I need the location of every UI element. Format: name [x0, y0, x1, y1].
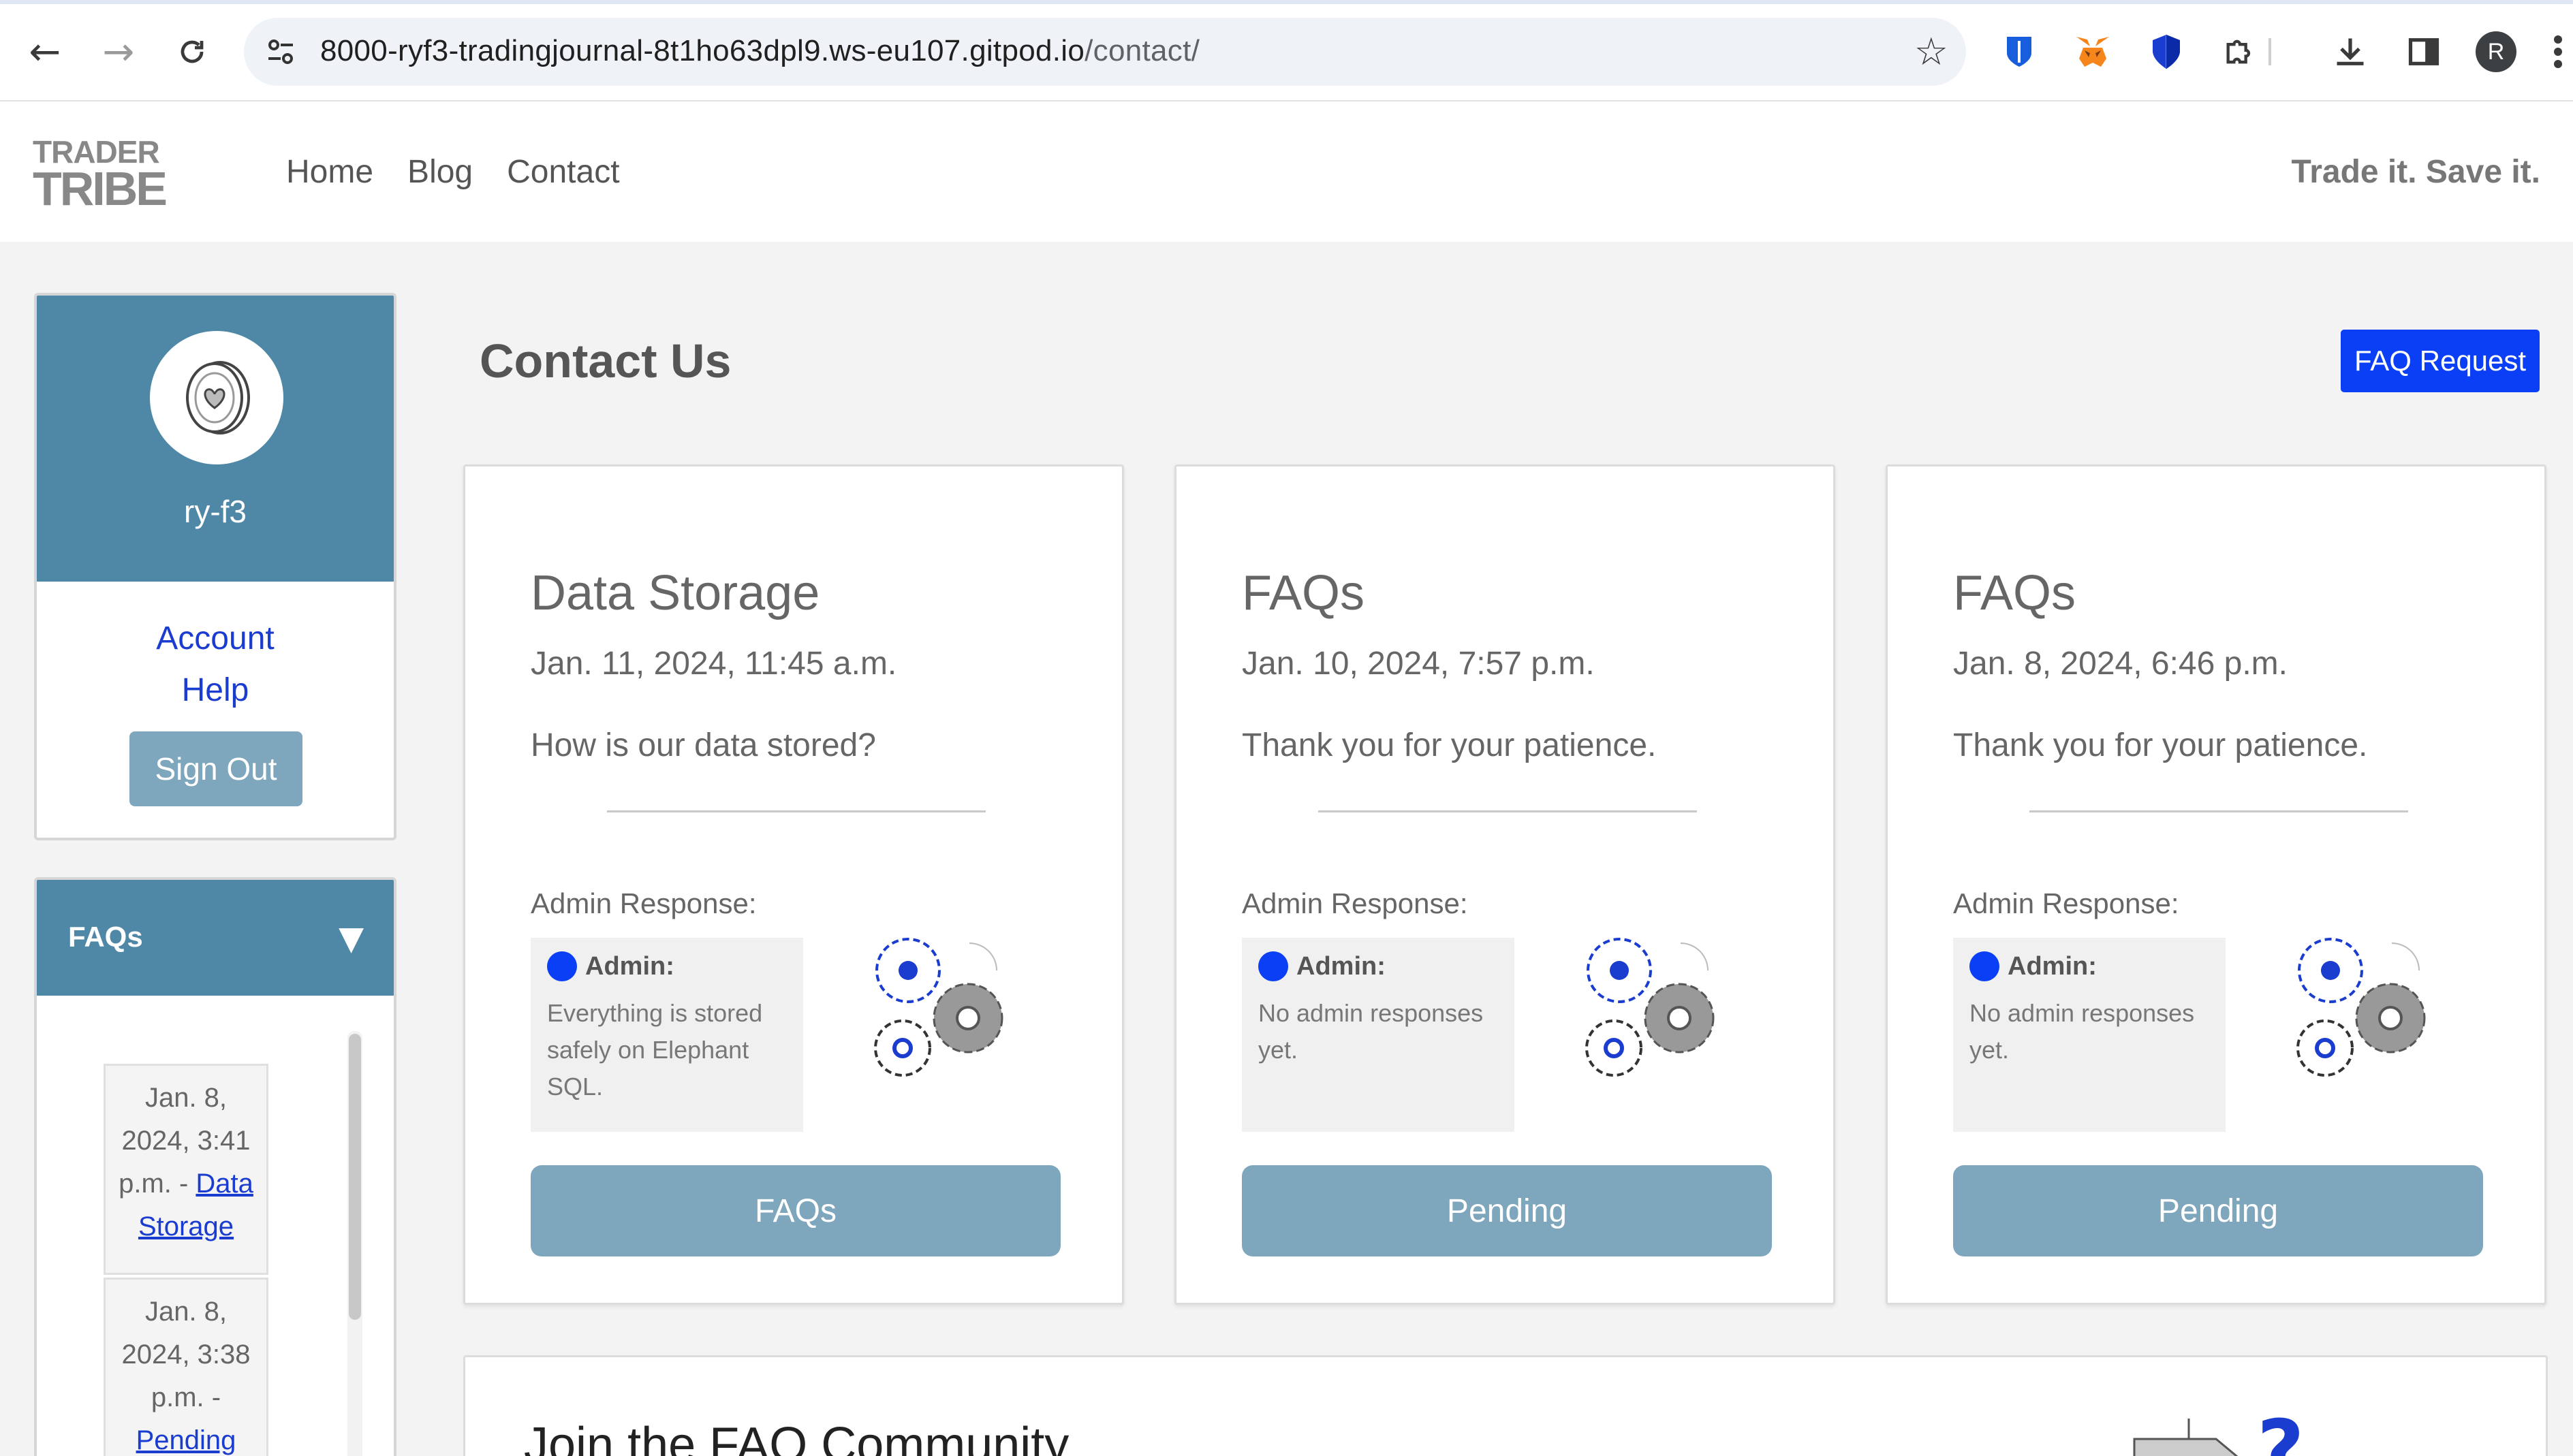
page-title: Contact Us — [480, 334, 732, 387]
community-title: Join the FAQ Community. — [524, 1418, 1079, 1456]
nav-contact[interactable]: Contact — [507, 153, 619, 191]
card-title: FAQs — [1242, 566, 1365, 620]
bitwarden-extension-icon[interactable] — [1995, 27, 2044, 76]
admin-dot-icon — [1258, 951, 1288, 981]
contact-card: Data Storage Jan. 11, 2024, 11:45 a.m. H… — [463, 464, 1124, 1305]
admin-response-box: Admin: No admin responses yet. — [1953, 938, 2226, 1132]
admin-response-box: Admin: No admin responses yet. — [1242, 938, 1514, 1132]
faq-scrollbar-thumb[interactable] — [349, 1034, 361, 1320]
card-status-button[interactable]: FAQs — [531, 1165, 1061, 1256]
toolbar-divider — [2268, 38, 2271, 65]
admin-response-text: No admin responses yet. — [1258, 999, 1484, 1064]
faq-item-line: Jan. 8, — [144, 1297, 228, 1327]
shield-extension-icon[interactable] — [2142, 27, 2191, 76]
admin-name: Admin: — [585, 951, 674, 981]
site-slogan: Trade it. Save it. — [2291, 154, 2540, 190]
back-icon[interactable]: ← — [20, 27, 69, 76]
nav-home[interactable]: Home — [286, 153, 373, 191]
help-link[interactable]: Help — [37, 671, 394, 709]
community-card: Join the FAQ Community. ? — [463, 1355, 2548, 1456]
card-status-button[interactable]: Pending — [1953, 1165, 2483, 1256]
admin-dot-icon — [1969, 951, 1999, 981]
bookmark-star-icon[interactable]: ☆ — [1914, 30, 1948, 74]
contact-card: FAQs Jan. 10, 2024, 7:57 p.m. Thank you … — [1174, 464, 1835, 1305]
faq-request-button[interactable]: FAQ Request — [2341, 330, 2540, 392]
profile-header: ry-f3 — [37, 296, 394, 582]
card-message: Thank you for your patience. — [1953, 727, 2368, 763]
card-message: Thank you for your patience. — [1242, 727, 1657, 763]
extensions-puzzle-icon[interactable] — [2215, 27, 2264, 76]
card-message: How is our data stored? — [531, 727, 876, 763]
admin-name: Admin: — [1296, 951, 1386, 981]
gears-illustration-icon — [2296, 938, 2426, 1077]
card-date: Jan. 11, 2024, 11:45 a.m. — [531, 646, 897, 682]
menu-kebab-icon[interactable] — [2548, 27, 2568, 76]
admin-response-text: No admin responses yet. — [1969, 999, 2195, 1064]
main-nav: Home Blog Contact — [286, 153, 620, 191]
tab-strip-edge — [0, 0, 2573, 4]
logo-line-2: TRIBE — [33, 162, 166, 209]
reload-icon[interactable] — [168, 27, 217, 76]
side-panel-icon[interactable] — [2399, 27, 2448, 76]
profile-card: ry-f3 Account Help Sign Out — [34, 293, 396, 840]
faq-item-line: p.m. - — [119, 1169, 196, 1199]
forward-icon[interactable]: → — [94, 27, 143, 76]
faq-item-line: Jan. 8, — [144, 1083, 228, 1113]
card-divider — [607, 810, 986, 812]
faq-item-line: 2024, 3:38 — [121, 1340, 251, 1370]
faq-list-item: Jan. 8, 2024, 3:38 p.m. - Pending — [104, 1278, 268, 1456]
faq-list-item: Jan. 8, 2024, 3:41 p.m. - Data Storage — [104, 1064, 268, 1275]
dropdown-caret-icon[interactable]: ▼ — [339, 919, 364, 958]
admin-response-label: Admin Response: — [1242, 887, 1468, 919]
faq-panel-title: FAQs — [68, 921, 143, 953]
faq-item-link[interactable]: Storage — [138, 1212, 234, 1241]
admin-name: Admin: — [2008, 951, 2097, 981]
faq-item-line: p.m. - — [151, 1382, 221, 1412]
avatar — [150, 331, 283, 464]
card-divider — [1318, 810, 1697, 812]
faq-item-line: 2024, 3:41 — [121, 1126, 251, 1156]
admin-dot-icon — [547, 951, 577, 981]
contact-card: FAQs Jan. 8, 2024, 6:46 p.m. Thank you f… — [1886, 464, 2546, 1305]
account-link[interactable]: Account — [37, 620, 394, 657]
sign-out-button[interactable]: Sign Out — [129, 731, 302, 806]
trader-tribe-logo[interactable]: TRADER TRIBE — [33, 134, 183, 209]
admin-response-label: Admin Response: — [1953, 887, 2179, 919]
browser-toolbar: ← → 8000-ryf3-tradingjournal-8t1ho63dpl9… — [0, 0, 2573, 101]
heart-coin-icon — [186, 361, 250, 434]
url-host: 8000-ryf3-tradingjournal-8t1ho63dpl9.ws-… — [320, 34, 1085, 67]
admin-response-text: Everything is stored safely on Elephant … — [547, 999, 763, 1101]
card-title: Data Storage — [531, 566, 820, 620]
faq-item-link[interactable]: Data — [196, 1169, 253, 1199]
card-divider — [2029, 810, 2408, 812]
admin-response-box: Admin: Everything is stored safely on El… — [531, 938, 803, 1132]
profile-avatar-icon[interactable]: R — [2476, 31, 2516, 72]
site-header: TRADER TRIBE Home Blog Contact Trade it.… — [0, 101, 2573, 242]
gears-illustration-icon — [874, 938, 1003, 1077]
url-text[interactable]: 8000-ryf3-tradingjournal-8t1ho63dpl9.ws-… — [320, 34, 1200, 68]
metamask-extension-icon[interactable] — [2068, 27, 2117, 76]
faq-panel: FAQs ▼ Jan. 8, 2024, 3:41 p.m. - Data St… — [34, 877, 396, 1456]
admin-response-label: Admin Response: — [531, 887, 757, 919]
question-signpost-icon: ? — [2133, 1404, 2305, 1456]
faq-item-link[interactable]: Pending — [136, 1425, 236, 1455]
card-title: FAQs — [1953, 566, 2076, 620]
gears-illustration-icon — [1585, 938, 1715, 1077]
download-icon[interactable] — [2326, 27, 2375, 76]
address-bar[interactable]: 8000-ryf3-tradingjournal-8t1ho63dpl9.ws-… — [244, 18, 1966, 86]
nav-blog[interactable]: Blog — [407, 153, 473, 191]
card-status-button[interactable]: Pending — [1242, 1165, 1772, 1256]
svg-text:?: ? — [2257, 1404, 2305, 1456]
card-date: Jan. 10, 2024, 7:57 p.m. — [1242, 646, 1595, 682]
username: ry-f3 — [184, 494, 247, 529]
card-date: Jan. 8, 2024, 6:46 p.m. — [1953, 646, 2288, 682]
faq-panel-header[interactable]: FAQs ▼ — [37, 880, 394, 996]
url-path: /contact/ — [1085, 34, 1200, 67]
site-settings-icon[interactable] — [264, 35, 297, 68]
